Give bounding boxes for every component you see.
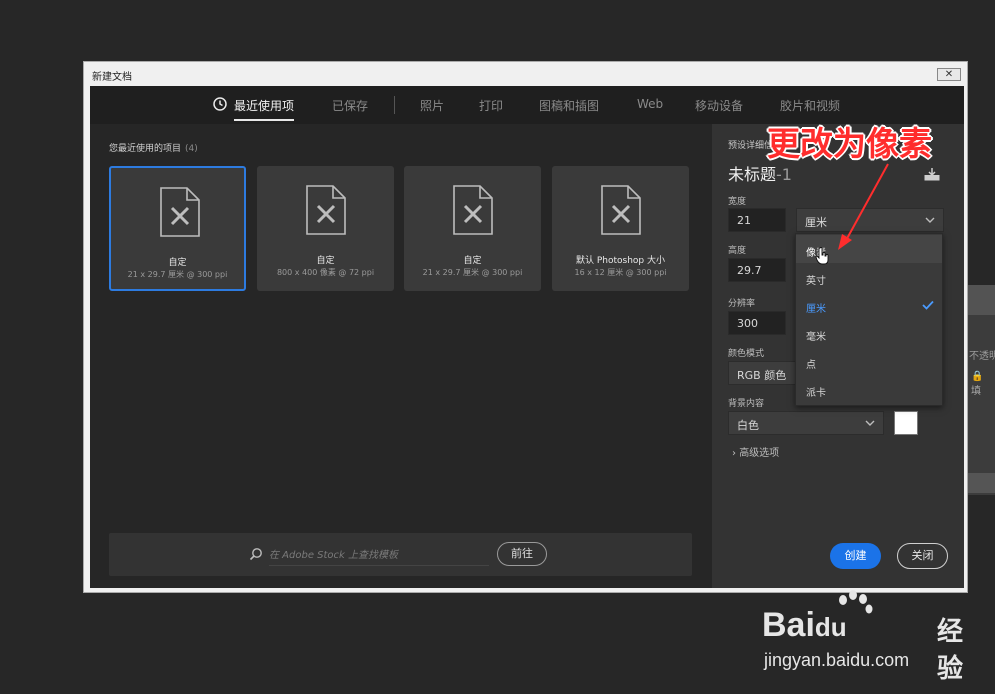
preset-card-name: 默认 Photoshop 大小 [575, 256, 665, 266]
preset-card-name: 自定 [463, 256, 482, 266]
tab-print[interactable]: 打印 [479, 97, 503, 114]
watermark-url: jingyan.baidu.com [764, 650, 910, 670]
unit-select-value: 厘米 [805, 216, 827, 229]
unit-option-label: 英寸 [806, 276, 826, 287]
color-mode-value: RGB 颜色 [737, 369, 787, 382]
preset-card[interactable]: 默认 Photoshop 大小 16 x 12 厘米 @ 300 ppi [552, 166, 689, 291]
preset-card-desc: 21 x 29.7 厘米 @ 300 ppi [127, 270, 228, 279]
color-mode-select[interactable]: RGB 颜色 [728, 361, 800, 385]
height-label: 高度 [728, 246, 747, 256]
search-icon [249, 548, 262, 561]
resolution-label: 分辨率 [728, 299, 756, 309]
advanced-options-toggle[interactable]: › 高级选项 [732, 444, 779, 459]
watermark-logo: Baidu [762, 606, 847, 645]
color-mode-label: 颜色模式 [728, 349, 765, 359]
preset-card[interactable]: 自定 21 x 29.7 厘米 @ 300 ppi [109, 166, 246, 291]
document-preset-icon [453, 185, 493, 235]
stock-go-button[interactable]: 前往 [497, 542, 547, 566]
document-preset-icon [601, 185, 641, 235]
resolution-input[interactable]: 300 [728, 311, 786, 335]
preset-card-desc: 21 x 29.7 厘米 @ 300 ppi [422, 268, 523, 277]
recent-items-area: 您最近使用的项目 (4) 自定 21 x 29.7 厘米 @ 300 ppi 自定 [90, 124, 712, 588]
background-select[interactable]: 白色 [728, 411, 884, 435]
baidu-jingyan-watermark: Baidu 经验 jingyan.baidu.com [762, 590, 987, 684]
document-preset-icon [160, 187, 200, 237]
unit-option-label: 毫米 [806, 332, 826, 343]
unit-option-millimeters[interactable]: 毫米 [796, 319, 942, 347]
recent-count: (4) [185, 144, 198, 154]
unit-option-inches[interactable]: 英寸 [796, 263, 942, 291]
tab-art-illustration[interactable]: 图稿和插图 [539, 97, 599, 114]
tab-photo[interactable]: 照片 [420, 97, 444, 114]
tab-recent[interactable]: 最近使用项 [234, 97, 295, 121]
dialog-titlebar: 新建文档 ✕ [84, 62, 967, 86]
annotation-arrow-icon [838, 163, 889, 250]
background-opacity-label: 不透明 [969, 351, 995, 362]
tab-separator [394, 96, 395, 114]
document-preset-icon [306, 185, 346, 235]
preset-card-name: 自定 [168, 258, 187, 268]
unit-option-label: 厘米 [806, 304, 826, 315]
create-button[interactable]: 创建 [830, 543, 881, 569]
watermark-logo-bai: Bai [762, 606, 815, 644]
preset-card[interactable]: 自定 800 x 400 像素 @ 72 ppi [257, 166, 394, 291]
chevron-down-icon [925, 217, 935, 223]
unit-option-label: 点 [806, 360, 816, 371]
background-label: 背景内容 [728, 399, 765, 409]
close-button[interactable]: 关闭 [897, 543, 948, 569]
dialog-close-button[interactable]: ✕ [937, 68, 961, 81]
chevron-down-icon [865, 420, 875, 426]
preset-card-desc: 800 x 400 像素 @ 72 ppi [276, 268, 375, 277]
height-input[interactable]: 29.7 [728, 258, 786, 282]
background-lock-label: 🔒 填 [971, 371, 984, 397]
width-input[interactable]: 21 [728, 208, 786, 232]
tab-web[interactable]: Web [637, 97, 663, 111]
recent-header-label: 您最近使用的项目 [109, 144, 182, 154]
advanced-options-label: 高级选项 [739, 448, 780, 459]
tab-mobile[interactable]: 移动设备 [695, 97, 743, 114]
hand-cursor-icon [815, 247, 829, 265]
background-color-swatch[interactable] [894, 411, 918, 435]
unit-option-picas[interactable]: 派卡 [796, 375, 942, 403]
document-title-text: 未标题 [728, 165, 777, 184]
watermark-logo-du: du [814, 612, 847, 642]
document-title-suffix: -1 [776, 165, 792, 184]
unit-option-label: 派卡 [806, 388, 826, 399]
recent-header: 您最近使用的项目 (4) [109, 141, 198, 154]
background-select-value: 白色 [737, 419, 759, 432]
check-icon [922, 300, 934, 310]
unit-option-points[interactable]: 点 [796, 347, 942, 375]
annotation-text: 更改为像素 [767, 124, 932, 163]
preset-card-name: 自定 [316, 256, 335, 266]
stock-search-input[interactable]: 在 Adobe Stock 上查找模板 [269, 546, 489, 566]
unit-option-centimeters[interactable]: 厘米 [796, 291, 942, 319]
watermark-jingyan: 经验 [937, 617, 964, 684]
preset-card[interactable]: 自定 21 x 29.7 厘米 @ 300 ppi [404, 166, 541, 291]
adobe-stock-search-bar: 在 Adobe Stock 上查找模板 前往 [109, 533, 692, 576]
tab-film-video[interactable]: 胶片和视频 [780, 97, 840, 114]
tab-saved[interactable]: 已保存 [332, 97, 368, 114]
dialog-title: 新建文档 [92, 72, 132, 83]
chevron-right-icon: › [732, 448, 736, 459]
width-label: 宽度 [728, 197, 747, 207]
clock-icon [213, 97, 227, 111]
preset-card-desc: 16 x 12 厘米 @ 300 ppi [574, 268, 667, 277]
save-preset-icon[interactable] [924, 167, 940, 181]
